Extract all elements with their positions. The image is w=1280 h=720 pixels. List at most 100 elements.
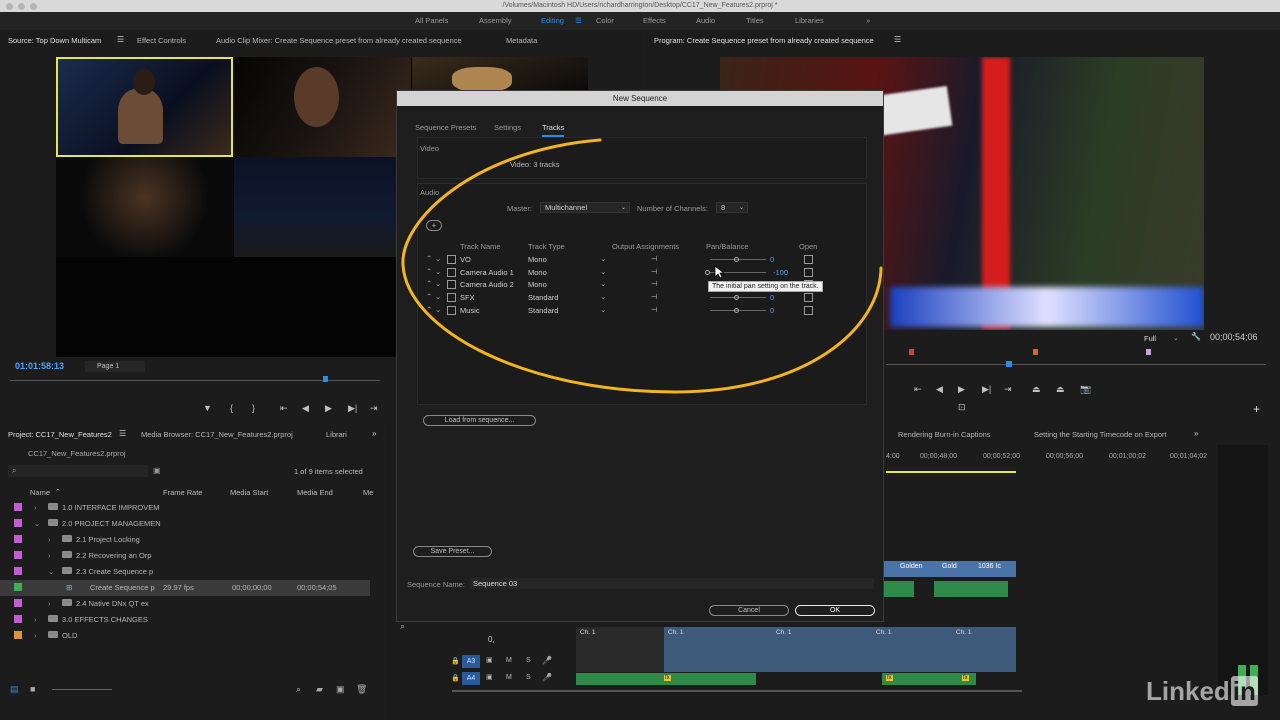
button-editor-plus-icon[interactable]: + (1253, 402, 1260, 416)
camera-angle-4[interactable] (56, 157, 233, 257)
workspace-libraries[interactable]: Libraries (795, 16, 824, 25)
track-a4[interactable]: A4 (462, 672, 480, 685)
list-view-icon[interactable]: ▤ (10, 684, 19, 695)
workspace-audio[interactable]: Audio (696, 16, 715, 25)
audio-clip-a1[interactable] (884, 581, 914, 597)
audio-clip-a4-1[interactable]: fx (576, 673, 756, 685)
disclosure-triangle-icon[interactable]: › (34, 503, 37, 512)
program-title[interactable]: Program: Create Sequence preset from alr… (654, 36, 874, 45)
icon-view-icon[interactable]: ■ (30, 684, 35, 694)
go-to-out-icon[interactable]: ⇥ (370, 403, 378, 414)
zoom-select[interactable]: Full (1144, 334, 1156, 343)
prog-go-to-out-icon[interactable]: ⇥ (1004, 384, 1012, 395)
tab-starting-timecode[interactable]: Setting the Starting Timecode on Export (1034, 430, 1167, 439)
project-row[interactable]: › OLD (0, 628, 370, 644)
multicam-toggle-icon[interactable]: ⊡ (958, 402, 966, 413)
mark-out-icon[interactable]: } (252, 403, 255, 413)
zoom-slider[interactable] (52, 689, 112, 690)
project-row[interactable]: ⌄ 2.0 PROJECT MANAGEMEN (0, 516, 370, 532)
voiceover-mic-a4-icon[interactable]: 🎤 (542, 673, 552, 682)
timeline-search-icon[interactable]: ⌕ (400, 621, 405, 632)
col-media-end[interactable]: Media End (297, 488, 333, 497)
minimize-window-icon[interactable] (18, 3, 25, 10)
wrench-icon[interactable]: 🔧 (1191, 332, 1201, 341)
zoom-window-icon[interactable] (30, 3, 37, 10)
sort-up-icon[interactable]: ⌃ (55, 488, 61, 496)
workspace-editing[interactable]: Editing (541, 16, 564, 25)
tab-libraries[interactable]: Librari (326, 430, 347, 439)
prog-go-to-in-icon[interactable]: ⇤ (914, 384, 922, 395)
prog-play-icon[interactable]: ▶ (958, 384, 965, 395)
go-to-in-icon[interactable]: ⇤ (280, 403, 288, 414)
mute-a4[interactable]: M (506, 674, 512, 681)
solo-a3[interactable]: S (526, 657, 531, 664)
sequence-name-input[interactable]: Sequence 03 (470, 578, 874, 589)
load-from-sequence-button[interactable]: Load from sequence... (423, 415, 536, 426)
camera-angle-1[interactable] (56, 57, 233, 157)
col-more[interactable]: Me (363, 488, 373, 497)
panel-overflow-icon[interactable]: » (372, 429, 376, 438)
camera-angle-5[interactable] (234, 157, 411, 257)
cancel-button[interactable]: Cancel (709, 605, 789, 616)
disclosure-triangle-icon[interactable]: › (48, 535, 51, 544)
timeline-ruler[interactable]: 4:00 00;00;48;00 00;00;52;00 00;00;56;00… (886, 453, 1207, 465)
close-window-icon[interactable] (6, 3, 13, 10)
step-back-icon[interactable]: ◀ (302, 403, 309, 414)
workspace-effects[interactable]: Effects (643, 16, 666, 25)
program-menu-icon[interactable]: ☰ (894, 35, 901, 44)
tab-effect-controls[interactable]: Effect Controls (137, 36, 186, 45)
workspace-titles[interactable]: Titles (746, 16, 764, 25)
project-row[interactable]: ⌄ 2.3 Create Sequence p (0, 564, 370, 580)
track-a3[interactable]: A3 (462, 655, 480, 668)
label-color-swatch[interactable] (14, 519, 22, 527)
export-frame-icon[interactable]: 📷 (1080, 384, 1091, 395)
col-media-start[interactable]: Media Start (230, 488, 268, 497)
tab-audio-clip-mixer[interactable]: Audio Clip Mixer: Create Sequence preset… (216, 36, 462, 45)
project-row[interactable]: ⊞ Create Sequence p 29.97 fps 00;00;00;00 00… (0, 580, 370, 596)
program-timecode[interactable]: 00;00;54;06 (1210, 332, 1258, 342)
tab-rendering-burn-in[interactable]: Rendering Burn-in Captions (898, 430, 991, 439)
label-color-swatch[interactable] (14, 615, 22, 623)
label-color-swatch[interactable] (14, 631, 22, 639)
col-name[interactable]: Name (30, 488, 50, 497)
tab-metadata[interactable]: Metadata (506, 36, 537, 45)
project-row[interactable]: › 1.0 INTERFACE IMPROVEM (0, 500, 370, 516)
video-clips[interactable]: Golden Gold 1036 Ic (884, 561, 1016, 577)
workspace-assembly[interactable]: Assembly (479, 16, 512, 25)
disclosure-triangle-icon[interactable]: › (34, 615, 37, 624)
source-playhead[interactable] (323, 376, 328, 382)
new-item-icon[interactable]: ▣ (336, 684, 345, 695)
program-playhead[interactable] (1006, 361, 1012, 367)
sync-lock-a3[interactable]: 🔒 (451, 657, 460, 665)
tab-source[interactable]: Source: Top Down Multicam (8, 36, 101, 45)
page-select[interactable]: Page 1 (85, 361, 145, 372)
disclosure-triangle-icon[interactable]: › (48, 551, 51, 560)
track-output-a3[interactable]: ▣ (486, 656, 493, 664)
source-timecode[interactable]: 01:01:58:13 (15, 361, 64, 371)
label-color-swatch[interactable] (14, 583, 22, 591)
project-row[interactable]: › 2.1 Project Locking (0, 532, 370, 548)
label-color-swatch[interactable] (14, 567, 22, 575)
audio-clips-block[interactable]: Ch. 1 Ch. 1 Ch. 1 Ch. 1 Ch. 1 (576, 627, 1016, 672)
save-preset-button[interactable]: Save Preset... (413, 546, 492, 557)
find-icon[interactable]: ⌕ (296, 684, 301, 695)
ok-button[interactable]: OK (795, 605, 875, 616)
mute-a3[interactable]: M (506, 657, 512, 664)
new-bin-icon[interactable]: ▰ (316, 684, 323, 695)
program-scrubber[interactable] (886, 364, 1266, 365)
work-area-bar[interactable] (886, 471, 1016, 473)
label-color-swatch[interactable] (14, 503, 22, 511)
marker-red[interactable] (909, 349, 914, 355)
disclosure-triangle-icon[interactable]: › (48, 599, 51, 608)
prog-step-forward-icon[interactable]: ▶| (982, 384, 991, 395)
label-color-swatch[interactable] (14, 535, 22, 543)
workspace-menu-icon[interactable]: ☰ (575, 16, 582, 25)
lift-icon[interactable]: ⏏ (1032, 384, 1041, 395)
project-search-input[interactable]: ⌕ (8, 465, 148, 477)
trash-icon[interactable]: 🗑 (356, 684, 367, 695)
zoom-chevron-icon[interactable]: ⌄ (1173, 334, 1179, 342)
sync-lock-a4[interactable]: 🔒 (451, 674, 460, 682)
add-marker-icon[interactable]: ▼ (203, 403, 212, 413)
track-output-a4[interactable]: ▣ (486, 673, 493, 681)
audio-clip-a4-2[interactable]: fx fx (882, 673, 976, 685)
